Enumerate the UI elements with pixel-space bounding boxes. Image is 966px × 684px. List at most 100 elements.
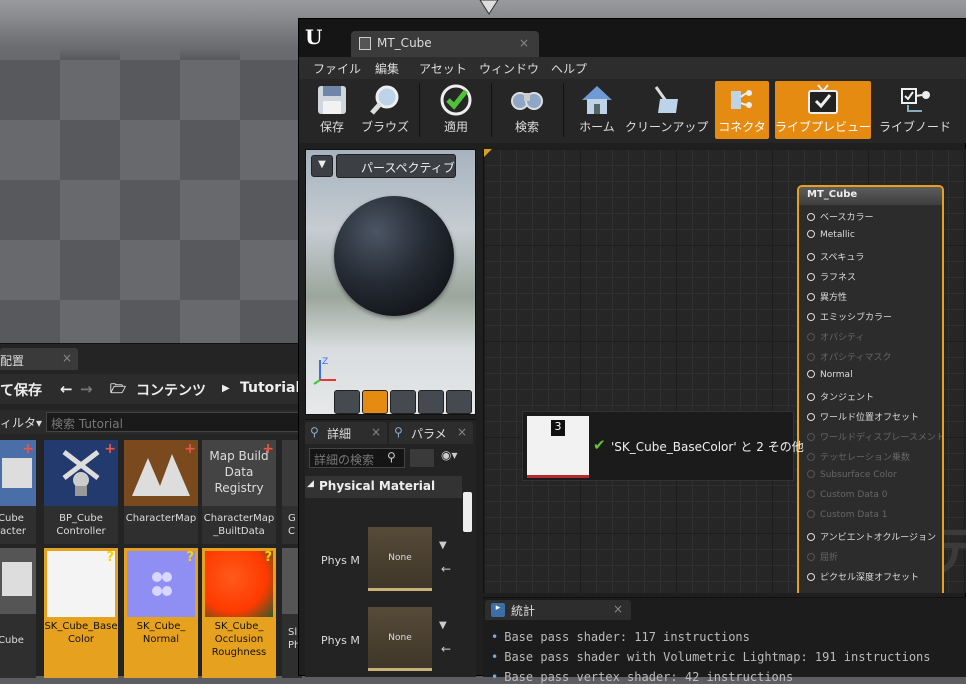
pin-icon[interactable] (807, 230, 815, 238)
asset-tile[interactable]: Cube (0, 548, 36, 678)
asset-picker[interactable]: None (367, 526, 433, 592)
pin-icon[interactable] (807, 353, 815, 361)
connector-button[interactable]: コネクタ (715, 81, 769, 139)
search-button[interactable]: 検索 (501, 81, 553, 139)
menu-file[interactable]: ファイル (313, 60, 361, 77)
preview-mesh-button[interactable] (446, 390, 472, 414)
pin-icon[interactable] (807, 510, 815, 518)
pin-icon[interactable] (807, 553, 815, 561)
apply-button[interactable]: 適用 (431, 81, 481, 139)
pin-icon[interactable] (807, 393, 815, 401)
browse-button[interactable]: ブラウズ (359, 81, 411, 139)
asset-tile[interactable]: + BP_Cube Controller (44, 440, 118, 544)
pin-icon[interactable] (807, 533, 815, 541)
material-graph[interactable]: マテ MT_Cube ベースカラーMetallicスペキュララフネス異方性エミッ… (483, 149, 966, 593)
category-header[interactable]: ◢ Physical Material (305, 476, 462, 498)
close-icon[interactable]: × (371, 425, 381, 439)
cleanup-button[interactable]: クリーンアップ (625, 81, 708, 139)
close-icon[interactable]: × (613, 602, 623, 616)
pin-icon[interactable] (807, 490, 815, 498)
asset-tile-selected[interactable]: ? SK_Cube_ Normal (124, 548, 198, 678)
pin-icon[interactable] (807, 333, 815, 341)
save-button[interactable]: 保存 (311, 81, 353, 139)
node-pin[interactable]: ラフネス (807, 270, 856, 286)
chevron-down-icon[interactable]: ▼ (439, 620, 447, 631)
pin-icon[interactable] (807, 213, 815, 221)
preview-plane-button[interactable] (390, 390, 416, 414)
node-pin[interactable]: Metallic (807, 230, 855, 246)
node-pin[interactable]: ピクセル深度オフセット (807, 570, 919, 586)
node-pin[interactable]: Custom Data 1 (807, 510, 887, 526)
live-preview-button[interactable]: ライブプレビュー (775, 81, 871, 139)
asset-tile[interactable]: Map Build Data Registry + CharacterMap _… (202, 440, 276, 544)
chevron-down-icon[interactable]: ▼ (439, 540, 447, 551)
content-browser-path-bar: て保存 ← → 🗁 コンテンツ ▶ Tutorial (0, 374, 302, 404)
close-icon[interactable]: × (62, 351, 72, 365)
node-pin[interactable]: オパシティ (807, 330, 864, 346)
chevron-down-icon[interactable]: ▼ (311, 155, 333, 177)
pin-icon[interactable] (807, 433, 815, 441)
asset-tile[interactable]: + Cube racter (0, 440, 36, 544)
document-tab[interactable]: MT_Cube × (351, 31, 539, 57)
node-pin[interactable]: オパシティマスク (807, 350, 891, 366)
tab-parameters[interactable]: ⚲ パラメ × (389, 422, 473, 444)
menu-asset[interactable]: アセット (419, 60, 467, 77)
pin-icon[interactable] (807, 470, 815, 478)
node-pin[interactable]: Custom Data 0 (807, 490, 887, 506)
unreal-logo-icon: U (305, 25, 323, 49)
node-pin[interactable]: Subsurface Color (807, 470, 897, 486)
asset-picker[interactable]: None (367, 606, 433, 672)
search-input[interactable]: 検索 Tutorial (46, 412, 302, 432)
preview-viewport[interactable]: ▼ パースペクティブ Z (305, 149, 476, 415)
menu-help[interactable]: ヘルプ (551, 60, 587, 77)
node-pin[interactable]: 屈折 (807, 550, 838, 566)
node-pin[interactable]: タンジェント (807, 390, 874, 406)
node-pin[interactable]: アンビエントオクルージョン (807, 530, 936, 546)
pin-icon[interactable] (807, 253, 815, 261)
stats-tab[interactable]: ▸ 統計 × (485, 600, 631, 620)
node-pin[interactable]: エミッシブカラー (807, 310, 892, 326)
close-icon[interactable]: × (519, 36, 529, 50)
path-content[interactable]: コンテンツ (136, 380, 206, 400)
node-pin[interactable]: ベースカラー (807, 210, 874, 226)
node-pin[interactable]: テッセレーション乗数 (807, 450, 910, 466)
eye-icon[interactable]: ◉▾ (441, 448, 458, 462)
node-pin[interactable]: ワールドディスプレースメント (807, 430, 942, 446)
pin-icon[interactable] (807, 413, 815, 421)
perspective-dropdown[interactable]: ▼ パースペクティブ (311, 154, 456, 178)
pin-icon[interactable] (807, 453, 815, 461)
node-pin[interactable]: スペキュラ (807, 250, 864, 266)
forward-icon[interactable]: → (80, 380, 93, 398)
pin-icon[interactable] (807, 370, 815, 378)
save-all-button[interactable]: て保存 (0, 380, 42, 400)
home-button[interactable]: ホーム (569, 81, 625, 139)
asset-tile-selected[interactable]: ? SK_Cube_Base Color (44, 548, 118, 678)
material-result-node[interactable]: MT_Cube ベースカラー Metallic スペキュラ ラフネス 異方性 エミッシブカ… (797, 185, 944, 593)
pin-label: ベースカラー (820, 213, 874, 223)
path-tutorial[interactable]: Tutorial (240, 380, 300, 396)
use-selected-icon[interactable]: ← (441, 562, 451, 576)
filter-button[interactable]: ィルタ▾ (0, 414, 42, 431)
use-selected-icon[interactable]: ← (441, 642, 451, 656)
asset-tile-selected[interactable]: ? SK_Cube_ Occlusion Roughness (202, 548, 276, 678)
title-bar[interactable]: U MT_Cube × (299, 19, 966, 57)
pin-icon[interactable] (807, 293, 815, 301)
close-icon[interactable]: × (457, 425, 467, 439)
live-node-button[interactable]: ライブノード (877, 81, 953, 139)
preview-cylinder-button[interactable] (334, 390, 360, 414)
menu-edit[interactable]: 編集 (375, 60, 399, 77)
pin-icon[interactable] (807, 573, 815, 581)
node-pin[interactable]: Normal (807, 370, 853, 386)
pin-icon[interactable] (807, 273, 815, 281)
node-pin[interactable]: 異方性 (807, 290, 847, 306)
menu-window[interactable]: ウィンドウ (479, 60, 539, 77)
node-pin[interactable]: ワールド位置オフセット (807, 410, 919, 426)
tab-details[interactable]: ⚲ 詳細 × (305, 422, 387, 444)
back-icon[interactable]: ← (60, 380, 73, 398)
preview-sphere-button[interactable] (362, 390, 388, 414)
view-options-button[interactable] (409, 448, 435, 468)
asset-tile[interactable]: + CharacterMap (124, 440, 198, 544)
content-browser-tab[interactable]: 配置 × (0, 348, 78, 370)
preview-cube-button[interactable] (418, 390, 444, 414)
pin-icon[interactable] (807, 313, 815, 321)
